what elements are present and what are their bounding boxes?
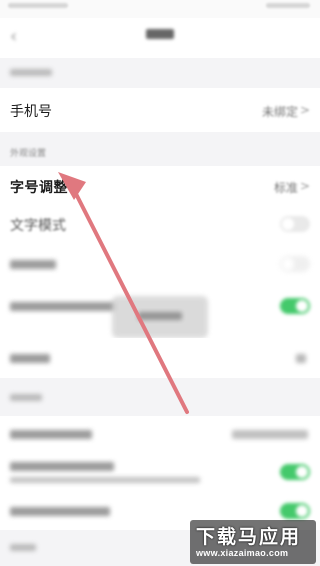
annotation-arrow [58, 172, 189, 414]
arrow-shaft [70, 184, 189, 414]
arrow-head [58, 172, 86, 200]
watermark-url: www.xiazaimao.com [196, 548, 289, 558]
watermark-brand: 下载马应用 [196, 527, 302, 548]
watermark-logo: 下载马应用 www.xiazaimao.com [190, 520, 316, 564]
